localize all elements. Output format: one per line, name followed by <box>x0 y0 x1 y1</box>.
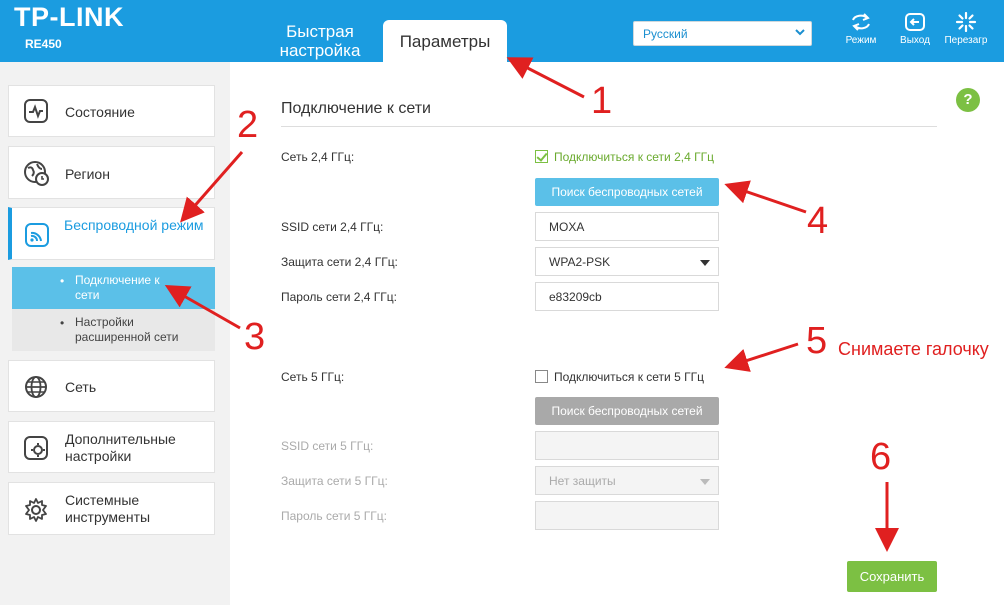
sidebar-item-tools[interactable]: Системные инструменты <box>8 482 215 535</box>
sidebar-item-label: Беспроводной режим <box>64 217 204 233</box>
band5-scan-button[interactable]: Поиск беспроводных сетей <box>535 397 719 425</box>
chevron-down-icon <box>794 26 806 41</box>
band24-checkbox[interactable] <box>535 150 548 163</box>
mode-label: Режим <box>845 35 877 46</box>
band24-ssid-label: SSID сети 2,4 ГГц: <box>281 220 384 234</box>
sidebar-item-network[interactable]: Сеть <box>8 360 215 412</box>
band24-label: Сеть 2,4 ГГц: <box>281 150 355 164</box>
save-button[interactable]: Сохранить <box>847 561 937 592</box>
annotation-number: 5 <box>806 320 828 362</box>
sidebar-item-label: Системные инструменты <box>65 492 151 525</box>
band5-ssid-field[interactable] <box>535 431 719 460</box>
mode-button[interactable]: Режим <box>838 12 884 46</box>
sidebar-subitem-label: Подключение к сети <box>75 273 160 302</box>
status-icon <box>24 99 48 123</box>
logout-button[interactable]: Выход <box>892 12 938 46</box>
annotation-number: 2 <box>237 104 259 146</box>
tab-quick-setup[interactable]: Быстрая настройка <box>262 22 378 62</box>
sidebar-item-label: Дополнительные настройки <box>65 431 176 464</box>
caret-down-icon <box>700 479 710 485</box>
sidebar-item-region[interactable]: Регион <box>8 146 215 199</box>
reboot-label: Перезагр <box>944 35 988 46</box>
language-select[interactable]: Русский <box>633 21 812 46</box>
annotation-number: 6 <box>870 436 892 478</box>
sidebar-item-label: Состояние <box>65 104 135 120</box>
band24-checkbox-label[interactable]: Подключиться к сети 2,4 ГГц <box>554 150 714 164</box>
region-icon <box>24 161 49 186</box>
band5-password-label: Пароль сети 5 ГГц: <box>281 509 387 523</box>
band5-security-label: Защита сети 5 ГГц: <box>281 474 388 488</box>
annotation-note: Снимаете галочку <box>838 339 989 359</box>
sidebar-subitem-connection[interactable]: • Подключение к сети <box>12 267 215 309</box>
band5-checkbox[interactable] <box>535 370 548 383</box>
title-divider <box>281 126 937 127</box>
sidebar-item-advanced[interactable]: Дополнительные настройки <box>8 421 215 473</box>
gear-icon <box>25 498 47 522</box>
sidebar-item-wireless[interactable]: Беспроводной режим <box>8 207 215 260</box>
language-value: Русский <box>643 27 688 41</box>
sidebar-subitem-extended[interactable]: • Настройки расширенной сети <box>12 309 215 351</box>
tab-settings[interactable]: Параметры <box>383 20 507 62</box>
globe-icon <box>25 376 47 398</box>
band24-scan-button[interactable]: Поиск беспроводных сетей <box>535 178 719 206</box>
wireless-icon <box>25 223 49 247</box>
mode-icon <box>852 13 870 31</box>
band24-password-label: Пароль сети 2,4 ГГц: <box>281 290 397 304</box>
band5-password-field[interactable] <box>535 501 719 530</box>
logout-label: Выход <box>900 35 930 46</box>
page-title: Подключение к сети <box>281 100 431 117</box>
band24-ssid-field[interactable]: MOXA <box>535 212 719 241</box>
logout-icon <box>905 13 925 31</box>
sidebar-subitem-label: Настройки расширенной сети <box>75 315 179 344</box>
band24-security-value: WPA2-PSK <box>549 255 611 269</box>
band5-label: Сеть 5 ГГц: <box>281 370 345 384</box>
band5-checkbox-label[interactable]: Подключиться к сети 5 ГГц <box>554 370 704 384</box>
bullet: • <box>60 274 65 288</box>
sidebar-item-label: Регион <box>65 166 110 182</box>
annotation-number: 4 <box>807 200 829 242</box>
band24-security-label: Защита сети 2,4 ГГц: <box>281 255 398 269</box>
caret-down-icon <box>700 260 710 266</box>
sidebar-item-label: Сеть <box>65 379 97 395</box>
model-name: RE450 <box>25 37 62 51</box>
sidebar-item-status[interactable]: Состояние <box>8 85 215 137</box>
header-bar: TP-LINK RE450 Быстрая настройка Параметр… <box>0 0 1004 62</box>
annotation-number: 1 <box>591 80 613 122</box>
reboot-button[interactable]: Перезагр <box>943 12 989 46</box>
advanced-icon <box>24 436 48 460</box>
help-icon[interactable]: ? <box>956 88 980 112</box>
band24-password-field[interactable]: e83209cb <box>535 282 719 311</box>
brand-logo: TP-LINK <box>14 2 124 32</box>
band5-security-select[interactable]: Нет защиты <box>535 466 719 495</box>
reboot-icon <box>955 12 977 32</box>
band24-security-select[interactable]: WPA2-PSK <box>535 247 719 276</box>
band5-security-value: Нет защиты <box>549 474 616 488</box>
band5-ssid-label: SSID сети 5 ГГц: <box>281 439 374 453</box>
annotation-number: 3 <box>244 316 266 358</box>
bullet: • <box>60 316 65 330</box>
